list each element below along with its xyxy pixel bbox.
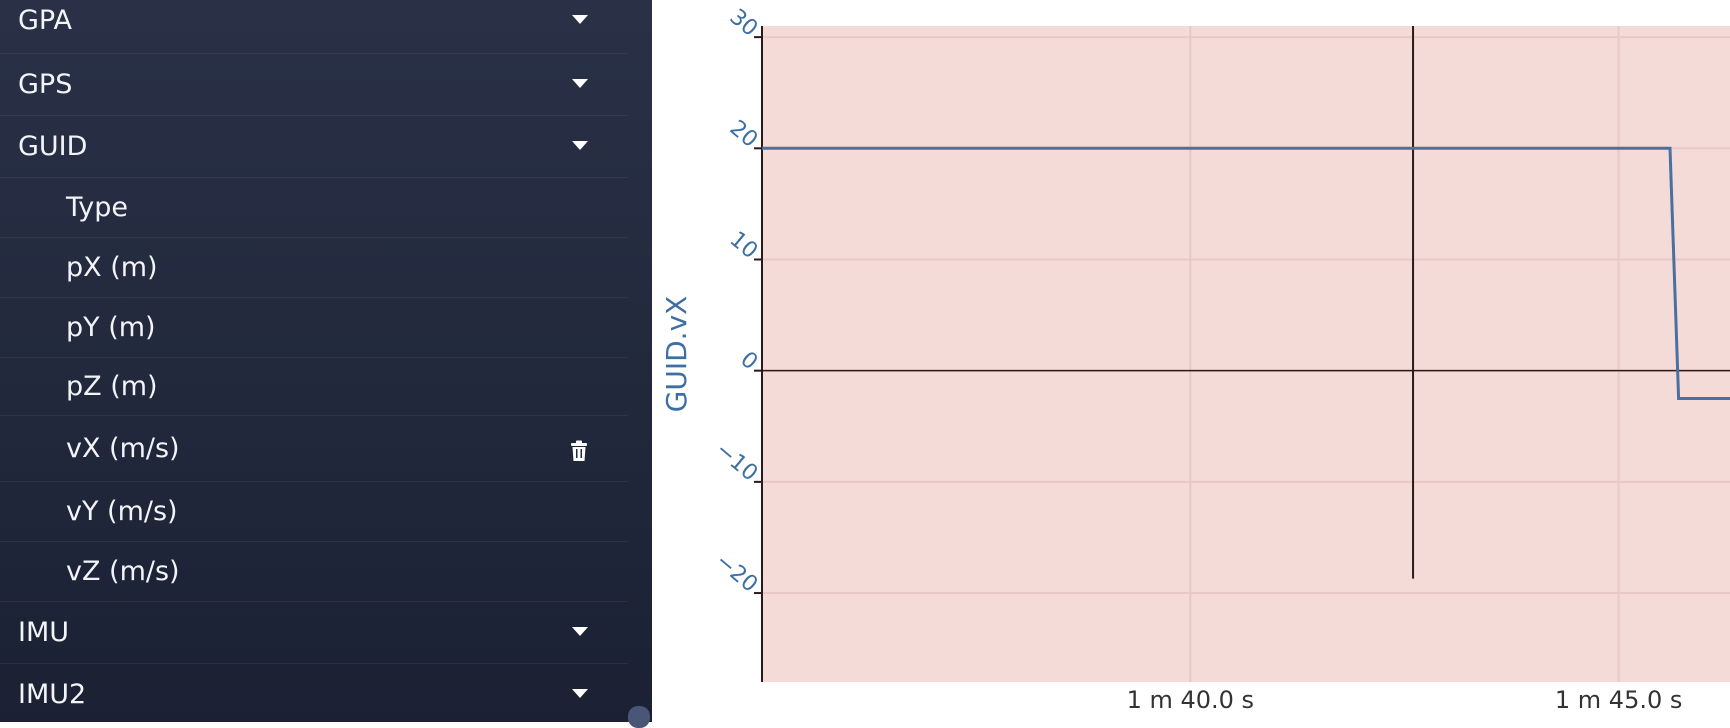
sidebar-item-vx[interactable]: vX (m/s)	[0, 416, 628, 482]
plot-background	[762, 26, 1730, 682]
sidebar-item-label: vX (m/s)	[66, 433, 180, 464]
sidebar-item-label: IMU2	[18, 679, 87, 710]
caret-down-icon[interactable]	[572, 15, 588, 24]
sidebar-item-type[interactable]: Type	[0, 178, 628, 238]
y-tick-label: −20	[711, 549, 763, 598]
sidebar-item-label: IMU	[18, 617, 70, 648]
sidebar-group-gpa[interactable]: GPA	[0, 0, 628, 54]
sidebar-item-label: vZ (m/s)	[66, 556, 180, 587]
sidebar-group-guid[interactable]: GUID	[0, 116, 628, 178]
sidebar: GPA GPS GUID Type pX (m) pY (m) pZ (m) vX (m/s)…	[0, 0, 652, 722]
caret-down-icon[interactable]	[572, 627, 588, 636]
sidebar-item-label: GUID	[18, 131, 88, 162]
sidebar-group-imu[interactable]: IMU	[0, 602, 628, 664]
sidebar-item-label: GPA	[18, 5, 72, 36]
sidebar-item-label: GPS	[18, 69, 73, 100]
sidebar-group-gps[interactable]: GPS	[0, 54, 628, 116]
sidebar-item-label: pY (m)	[66, 312, 156, 343]
sidebar-item-label: vY (m/s)	[66, 496, 178, 527]
sidebar-item-py[interactable]: pY (m)	[0, 298, 628, 358]
scrollbar-thumb[interactable]	[628, 706, 650, 728]
sidebar-item-px[interactable]: pX (m)	[0, 238, 628, 298]
sidebar-item-label: Type	[66, 192, 129, 223]
sidebar-group-imu2[interactable]: IMU2	[0, 664, 628, 722]
trash-icon[interactable]	[570, 440, 588, 462]
y-axis-label: GUID.vX	[660, 296, 693, 413]
sidebar-item-pz[interactable]: pZ (m)	[0, 358, 628, 416]
sidebar-item-vy[interactable]: vY (m/s)	[0, 482, 628, 542]
caret-down-icon[interactable]	[572, 689, 588, 698]
sidebar-item-label: pX (m)	[66, 252, 158, 283]
y-tick-label: −10	[711, 437, 763, 486]
plot-area[interactable]: 30 20 10 0 −10 −20 1 m 40.0 s1 m 45.0 s GUID.vX	[652, 0, 1730, 722]
sidebar-item-vz[interactable]: vZ (m/s)	[0, 542, 628, 602]
caret-down-icon[interactable]	[572, 141, 588, 150]
x-tick-label: 1 m 45.0 s	[1555, 686, 1682, 714]
chart[interactable]: 3020100−10−201 m 40.0 s1 m 45.0 sGUID.vX	[652, 0, 1730, 722]
sidebar-item-label: pZ (m)	[66, 371, 158, 402]
caret-down-icon[interactable]	[572, 79, 588, 88]
x-tick-label: 1 m 40.0 s	[1127, 686, 1254, 714]
